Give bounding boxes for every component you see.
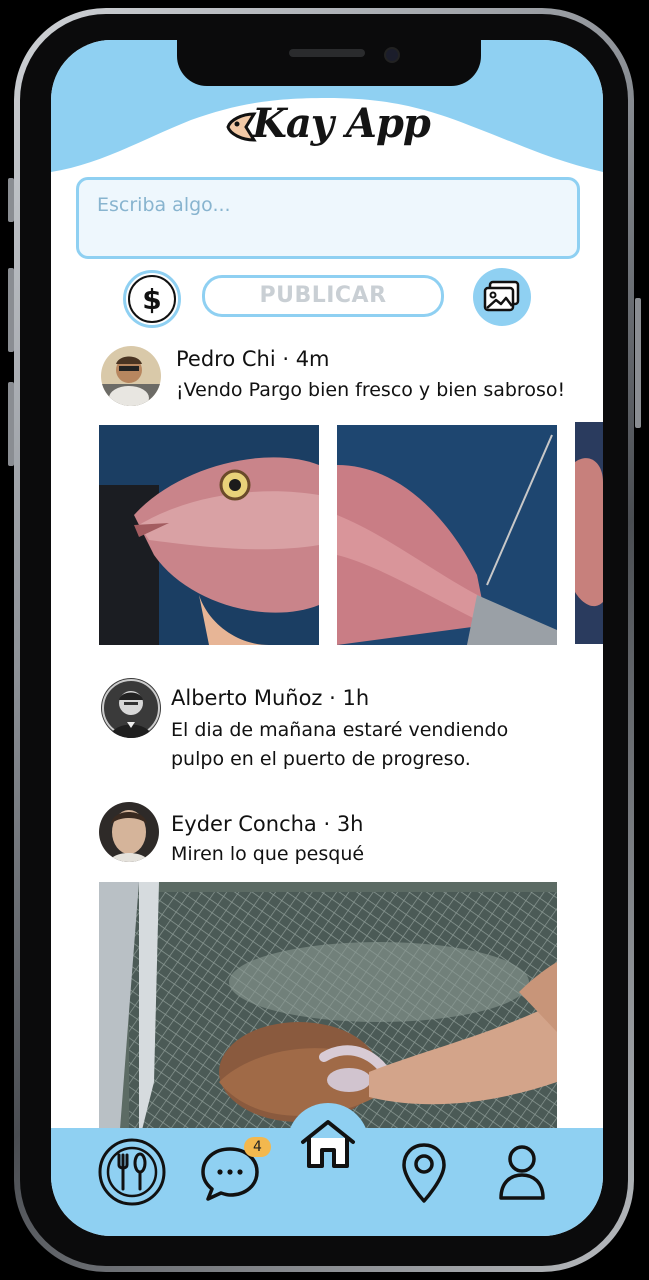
messages-badge: 4 <box>244 1137 271 1157</box>
post-text: ¡Vendo Pargo bien fresco y bien sabroso! <box>176 379 566 401</box>
nav-profile[interactable] <box>495 1142 549 1202</box>
post-text-line-1: El dia de mañana estaré vendiendo <box>171 719 509 741</box>
nav-restaurant[interactable] <box>97 1137 167 1207</box>
front-camera <box>384 47 400 63</box>
post-author[interactable]: Pedro Chi · 4m <box>176 347 330 371</box>
post-author[interactable]: Eyder Concha · 3h <box>171 812 364 836</box>
add-photo-button[interactable] <box>473 268 531 326</box>
side-button-volume-up <box>8 268 14 352</box>
profile-icon <box>499 1145 545 1200</box>
dollar-icon: $ <box>128 275 176 323</box>
avatar-pedro[interactable] <box>101 346 161 406</box>
app-logo: Kay App <box>51 100 603 147</box>
notch <box>177 40 481 86</box>
post-input[interactable]: Escriba algo... <box>76 177 580 259</box>
post-text: Miren lo que pesqué <box>171 843 365 865</box>
post-text-line-2: pulpo en el puerto de progreso. <box>171 748 471 770</box>
nav-location[interactable] <box>396 1140 452 1206</box>
side-button-mute <box>8 178 14 222</box>
post-image-fish-1[interactable] <box>99 425 319 645</box>
post-author[interactable]: Alberto Muñoz · 1h <box>171 686 369 710</box>
post-image-fish-2[interactable] <box>337 425 557 645</box>
home-icon <box>301 1120 355 1168</box>
speaker <box>289 49 365 57</box>
screen: Kay App Escriba algo... $ PUBLICAR Pedro… <box>51 40 603 1236</box>
home-button[interactable] <box>287 1103 369 1185</box>
side-button-power <box>635 298 641 428</box>
publish-button[interactable]: PUBLICAR <box>202 275 444 317</box>
side-button-volume-down <box>8 382 14 466</box>
app-title: Kay App <box>252 100 431 147</box>
location-icon <box>402 1143 446 1203</box>
avatar-alberto[interactable] <box>101 678 161 738</box>
restaurant-icon <box>98 1138 166 1206</box>
image-icon <box>483 280 520 312</box>
post-input-placeholder: Escriba algo... <box>97 194 231 216</box>
post-image-fish-3[interactable] <box>575 422 603 644</box>
price-button[interactable]: $ <box>123 270 181 328</box>
avatar-eyder[interactable] <box>99 802 159 862</box>
